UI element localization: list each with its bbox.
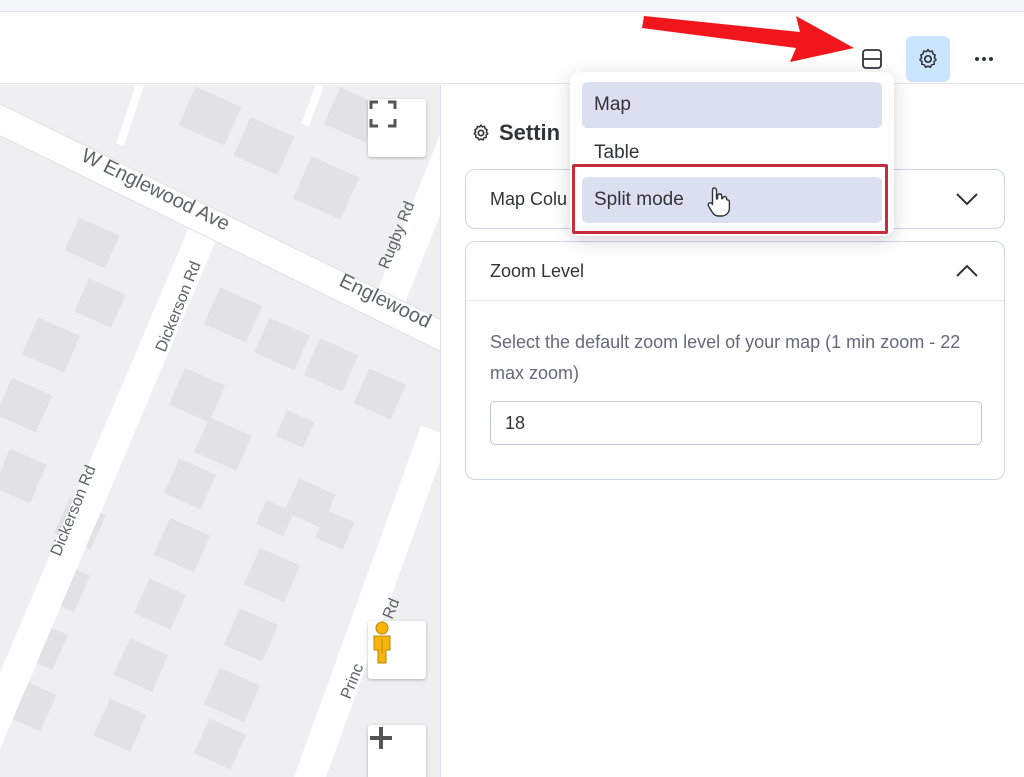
zoom-level-label: Zoom Level	[490, 260, 585, 281]
view-mode-menu: Map Table Split mode	[570, 72, 894, 236]
menu-item-map[interactable]: Map	[582, 82, 882, 128]
more-horizontal-icon	[975, 57, 993, 61]
hand-cursor-icon	[707, 187, 731, 217]
more-options-button[interactable]	[962, 36, 1006, 82]
menu-item-table[interactable]: Table	[582, 130, 882, 176]
annotation-arrow	[642, 16, 854, 62]
zoom-in-button[interactable]	[368, 725, 426, 777]
window-top-strip	[0, 0, 1024, 12]
menu-item-split-mode[interactable]: Split mode	[582, 177, 882, 223]
gear-icon	[473, 124, 489, 141]
settings-button[interactable]	[906, 36, 950, 82]
map-view[interactable]: W Englewood Ave Englewood Rugby Rd Dicke…	[0, 85, 441, 777]
zoom-level-input[interactable]	[490, 401, 982, 445]
gear-icon	[919, 48, 937, 69]
zoom-level-header[interactable]: Zoom Level	[466, 242, 1004, 300]
map-columns-label: Map Colu	[490, 188, 568, 209]
zoom-level-description: Select the default zoom level of your ma…	[490, 332, 961, 383]
settings-title: Settin	[471, 120, 560, 146]
zoom-level-section: Zoom Level Select the default zoom level…	[465, 241, 1005, 480]
settings-title-text: Settin	[499, 120, 561, 145]
chevron-up-icon[interactable]	[954, 258, 980, 284]
street-view-button[interactable]	[368, 621, 426, 679]
plus-icon	[370, 727, 392, 749]
fullscreen-button[interactable]	[368, 99, 426, 157]
street-label: W Englewood Ave	[78, 145, 233, 236]
fullscreen-icon	[369, 100, 397, 128]
chevron-down-icon[interactable]	[954, 186, 980, 212]
split-layout-icon	[862, 49, 882, 69]
street-view-pegman-icon	[373, 621, 391, 664]
